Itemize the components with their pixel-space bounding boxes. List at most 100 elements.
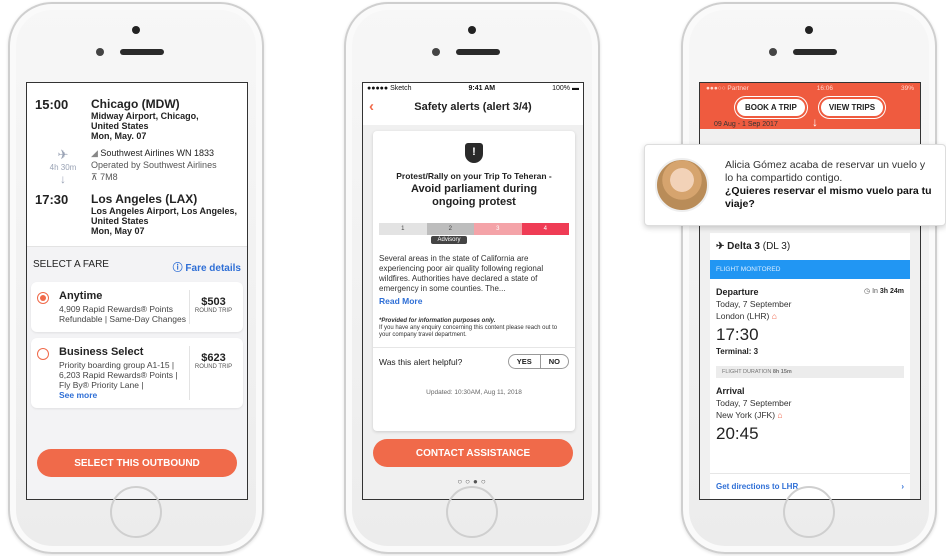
arrow-down-icon: ↓ [60,172,66,186]
phone-frame-trip-share: ●●●○○ Partner 16:06 39% BOOK A TRIP VIEW… [681,2,937,554]
flight-name: Delta 3 [727,241,760,252]
camera-icon [132,26,140,34]
speaker-icon [120,49,164,55]
phone-frame-safety-alerts: ●●●●● Sketch 9:41 AM 100% ▬ ‹ Safety ale… [344,2,600,554]
notification-message: Alicia Gómez acaba de reservar un vuelo … [725,159,926,184]
fare-option-business[interactable]: Business Select Priority boarding group … [31,338,243,408]
safety-alerts-screen: ●●●●● Sketch 9:41 AM 100% ▬ ‹ Safety ale… [362,82,584,500]
departure-airport: Midway Airport, Chicago, United States [91,111,199,131]
see-more-link[interactable]: See more [59,390,189,400]
no-button[interactable]: NO [539,355,568,368]
home-button[interactable] [110,486,162,538]
flight-title: ✈ Delta 3 (DL 3) [710,233,910,260]
alert-headline: Avoid parliament during ongoing protest [410,183,538,208]
view-trips-button[interactable]: VIEW TRIPS [818,97,886,118]
departure-label: Departure [716,287,759,297]
fare-option-anytime[interactable]: Anytime 4,909 Rapid Rewards® Points Refu… [31,282,243,332]
feedback-row: Was this alert helpful? YES NO [373,347,575,375]
updated-timestamp: Updated: 10:30AM, Aug 11, 2018 [426,389,522,396]
alert-card: ! Protest/Rally on your Trip To Teheran … [373,131,575,431]
arrival-section: Arrival Today, 7 September New York (JFK… [710,378,910,444]
terminal: Terminal: 3 [716,347,759,356]
phone-frame-flight-select: 15:00 Chicago (MDW) Midway Airport, Chic… [8,2,264,554]
risk-level-bar: 1 2 3 4 [379,223,569,235]
departure-date: Mon, May. 07 [91,131,147,141]
departure-time: 15:00 [35,97,69,112]
chevron-right-icon: › [901,482,904,491]
departure-in-label: In [872,288,878,295]
risk-level-2: 2 [426,223,474,235]
read-more-link[interactable]: Read More [379,296,569,306]
yes-button[interactable]: YES [509,355,540,368]
radio-unselected-icon[interactable] [37,348,49,360]
flight-card: ✈ Delta 3 (DL 3) FLIGHT MONITORED Depart… [710,233,910,499]
timer-icon: ◷ [864,288,873,295]
page-indicator: ○○●○ [457,477,489,486]
status-bar: ●●●●● Sketch 9:41 AM 100% ▬ [363,83,583,94]
nav-bar: ‹ Safety alerts (alert 3/4) [363,94,583,121]
battery-icon: ▬ [571,85,579,92]
header-actions: BOOK A TRIP VIEW TRIPS [700,97,920,118]
status-bar: ●●●○○ Partner 16:06 39% [700,83,920,94]
speaker-icon [456,49,500,55]
risk-level-1: 1 [379,223,427,235]
alert-body: Several areas in the state of California… [379,254,544,293]
home-button[interactable] [783,486,835,538]
flight-duration-bar: FLIGHT DURATION 8h 15m [716,366,904,378]
arrival-airport: New York (JFK) [716,410,776,420]
flight-select-screen: 15:00 Chicago (MDW) Midway Airport, Chic… [26,82,248,500]
fare-details-link[interactable]: ⓘ Fare details [173,259,241,274]
fare-trip-type: ROUND TRIP [194,308,233,314]
home-button[interactable] [446,486,498,538]
front-camera-icon [432,48,440,56]
departure-airport: London (LHR) [716,311,770,321]
front-camera-icon [769,48,777,56]
page-title: Safety alerts (alert 3/4) [414,100,532,113]
book-trip-button[interactable]: BOOK A TRIP [734,97,807,118]
arrow-down-icon: ↓ [812,115,818,129]
departure-section: Departure ◷ In 3h 24m Today, 7 September… [710,279,910,356]
fare-name: Business Select [59,346,144,358]
disclaimer-bold: *Provided for information purposes only. [379,318,496,324]
flight-duration: 4h 30m [49,163,77,172]
arrival-label: Arrival [716,386,745,396]
airport-icon: ⌂ [777,410,783,420]
trip-date-range: 09 Aug - 1 Sep 2017 [714,121,778,128]
info-icon: ⓘ [172,263,186,274]
arrival-date: Mon, May 07 [91,226,145,236]
notification-question: ¿Quieres reservar el mismo vuelo para tu… [725,185,932,210]
clock: 16:06 [816,85,834,92]
flight-duration-label: FLIGHT DURATION [722,369,772,375]
flight-code: (DL 3) [762,241,791,252]
fare-desc: 4,909 Rapid Rewards® Points Refundable |… [59,304,186,324]
fare-header: SELECT A FARE ⓘ Fare details [27,247,247,282]
camera-icon [805,26,813,34]
flight-monitored-banner: FLIGHT MONITORED [710,260,910,279]
back-chevron-icon[interactable]: ‹ [369,98,399,115]
airline-logo-icon: ◢ [91,148,101,158]
risk-level-4: 4 [521,223,569,235]
fare-desc: Priority boarding group A1-15 | 6,203 Ra… [59,360,178,390]
aircraft: 7M8 [100,172,118,182]
risk-level-3: 3 [474,223,522,235]
shield-alert-icon: ! [465,143,483,163]
disclaimer: *Provided for information purposes only.… [379,318,569,339]
directions-label: Get directions to LHR [716,482,799,491]
arrival-city: Los Angeles (LAX) [91,192,198,206]
departure-time: 17:30 [716,325,759,344]
front-camera-icon [96,48,104,56]
radio-selected-icon[interactable] [37,292,49,304]
operated-by: Operated by Southwest Airlines [91,160,217,170]
select-fare-label: SELECT A FARE [33,259,109,270]
fare-price: $623 [201,352,226,364]
select-outbound-button[interactable]: SELECT THIS OUTBOUND [37,449,237,477]
arrival-date: Today, 7 September [716,398,792,408]
shared-trip-notification[interactable]: Alicia Gómez acaba de reservar un vuelo … [644,144,946,226]
carrier: ●●●●● Sketch [367,85,412,92]
carrier: ●●●○○ Partner [706,85,749,92]
feedback-question: Was this alert helpful? [379,356,463,367]
plane-icon: ✈ [716,241,728,252]
feedback-toggle: YES NO [507,354,569,369]
contact-assistance-button[interactable]: CONTACT ASSISTANCE [373,439,573,467]
departure-date: Today, 7 September [716,299,792,309]
